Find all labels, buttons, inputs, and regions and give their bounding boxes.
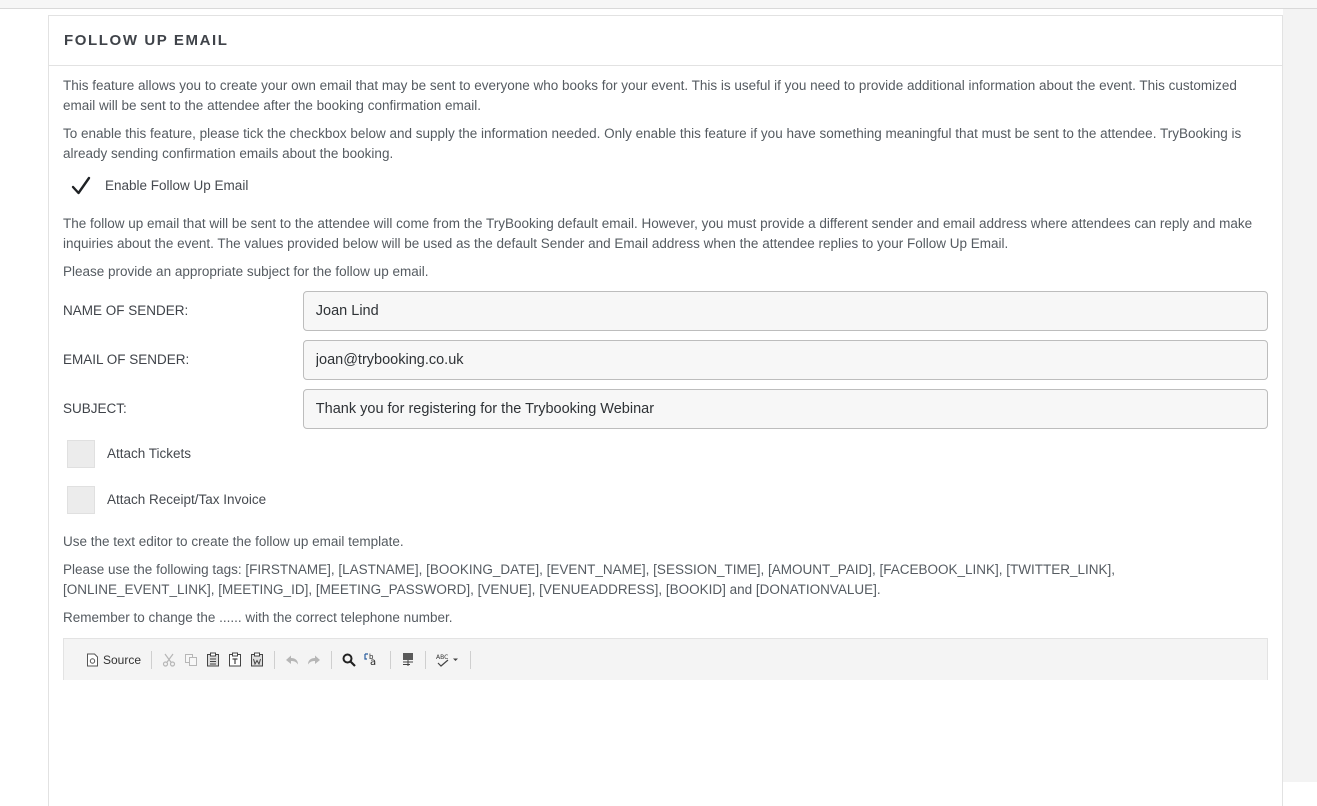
- spellcheck-icon: ABC: [436, 654, 459, 667]
- source-icon: [87, 653, 98, 666]
- toolbar-separator: [425, 650, 427, 669]
- editor-info-line-2: Please use the following tags: [FIRSTNAM…: [63, 562, 1116, 597]
- follow-up-email-panel: FOLLOW UP EMAIL This feature allows you …: [48, 15, 1283, 806]
- subject-row: SUBJECT:: [63, 388, 1268, 430]
- paste-word-button[interactable]: [246, 648, 268, 672]
- paste-button[interactable]: [202, 648, 224, 672]
- intro-paragraph-2: To enable this feature, please tick the …: [63, 126, 1242, 161]
- paste-word-icon: [251, 652, 264, 667]
- sender-email-input[interactable]: [302, 340, 1268, 380]
- enable-follow-up-checkbox[interactable]: [67, 172, 95, 200]
- attach-tickets-label[interactable]: Attach Tickets: [107, 444, 191, 464]
- editor-toolbar: Source a b ABC: [63, 638, 1268, 680]
- checkmark-icon: [71, 176, 91, 195]
- subject-label: SUBJECT:: [63, 401, 127, 416]
- toolbar-separator: [274, 650, 276, 669]
- intro-paragraph-1: This feature allows you to create your o…: [63, 78, 1237, 113]
- sender-email-label: EMAIL OF SENDER:: [63, 352, 190, 367]
- cut-button[interactable]: [158, 648, 180, 672]
- toolbar-separator: [390, 650, 392, 669]
- copy-button[interactable]: [180, 648, 202, 672]
- paste-icon: [207, 652, 220, 667]
- editor-info-line-1: Use the text editor to create the follow…: [63, 534, 404, 549]
- top-border: [0, 0, 1317, 9]
- sender-info-paragraph-2: Please provide an appropriate subject fo…: [63, 264, 429, 279]
- panel-title: FOLLOW UP EMAIL: [64, 32, 229, 49]
- attach-receipt-checkbox[interactable]: [67, 486, 95, 514]
- attach-receipt-row: Attach Receipt/Tax Invoice: [67, 486, 1268, 514]
- find-icon: [342, 653, 356, 667]
- undo-button[interactable]: [281, 648, 303, 672]
- source-label: Source: [103, 652, 142, 667]
- enable-follow-up-row: Enable Follow Up Email: [67, 172, 1268, 200]
- sender-name-label: NAME OF SENDER:: [63, 303, 189, 318]
- paste-text-button[interactable]: [224, 648, 246, 672]
- toolbar-separator: [151, 650, 153, 669]
- sender-form: NAME OF SENDER: EMAIL OF SENDER: SUBJECT…: [63, 290, 1268, 430]
- redo-icon: [308, 655, 321, 664]
- attach-receipt-label[interactable]: Attach Receipt/Tax Invoice: [107, 490, 266, 510]
- cut-icon: [162, 653, 176, 667]
- redo-button[interactable]: [303, 648, 325, 672]
- panel-header: FOLLOW UP EMAIL: [49, 16, 1282, 66]
- editor-info-line-3: Remember to change the ...... with the c…: [63, 610, 453, 625]
- paste-text-icon: [229, 652, 242, 667]
- replace-button[interactable]: a b: [360, 648, 384, 672]
- right-gutter: [1283, 9, 1317, 782]
- find-button[interactable]: [338, 648, 360, 672]
- enable-follow-up-label[interactable]: Enable Follow Up Email: [105, 176, 248, 196]
- panel-body: This feature allows you to create your o…: [49, 66, 1282, 680]
- sender-name-input[interactable]: [302, 291, 1268, 331]
- replace-icon: a b: [364, 653, 376, 667]
- copy-icon: [185, 653, 198, 666]
- select-all-button[interactable]: [397, 648, 419, 672]
- undo-icon: [286, 655, 299, 664]
- sender-name-row: NAME OF SENDER:: [63, 290, 1268, 332]
- source-button[interactable]: Source: [82, 648, 145, 672]
- svg-text:ABC: ABC: [436, 654, 448, 661]
- sender-info-paragraph-1: The follow up email that will be sent to…: [63, 216, 1253, 251]
- subject-input[interactable]: [302, 389, 1268, 429]
- toolbar-separator: [470, 650, 472, 669]
- toolbar-separator: [331, 650, 333, 669]
- spellcheck-button[interactable]: ABC: [432, 648, 464, 672]
- attach-tickets-row: Attach Tickets: [67, 440, 1268, 468]
- attach-tickets-checkbox[interactable]: [67, 440, 95, 468]
- select-all-icon: [403, 653, 414, 666]
- svg-text:b: b: [369, 653, 374, 661]
- sender-email-row: EMAIL OF SENDER:: [63, 339, 1268, 381]
